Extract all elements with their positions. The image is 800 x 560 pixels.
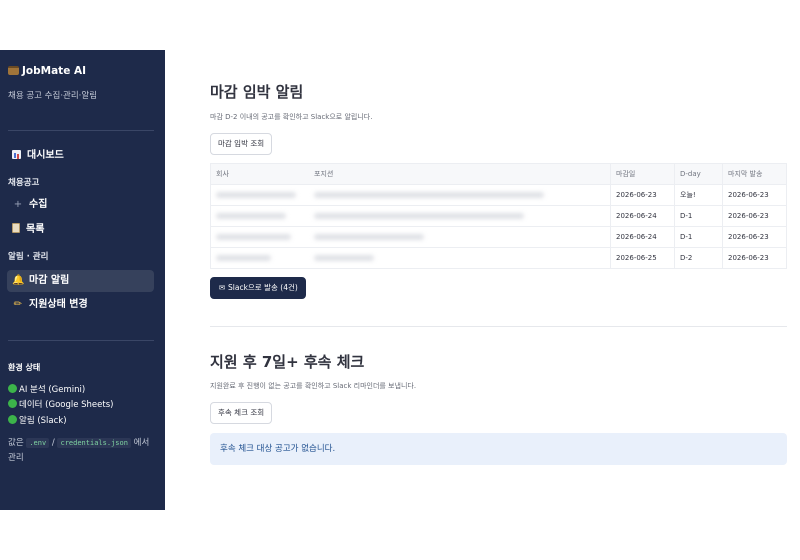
last-sent-cell: 2026-06-23 bbox=[722, 206, 788, 226]
credentials-file-code: credentials.json bbox=[57, 438, 131, 448]
status-ok-icon bbox=[8, 384, 17, 393]
sidebar-item-label: 목록 bbox=[26, 224, 45, 235]
deadline-table: 회사 포지션 마감일 D-day 마지막 발송 2026-06-23 오늘! 2… bbox=[210, 163, 787, 269]
dday-cell: 오늘! bbox=[674, 185, 722, 205]
last-sent-cell: 2026-06-23 bbox=[722, 227, 788, 247]
sidebar: JobMate AI 채용 공고 수집·관리·알림 대시보드 채용공고 + 수집 … bbox=[0, 50, 165, 510]
env-status-label: 알림 (Slack) bbox=[19, 416, 67, 426]
deadline-query-button[interactable]: 마감 임박 조회 bbox=[210, 133, 273, 155]
sidebar-item-label: 수집 bbox=[29, 199, 48, 210]
deadline-section-caption: 마감 D-2 이내의 공고를 확인하고 Slack으로 알립니다. bbox=[210, 113, 373, 121]
env-status-label: AI 분석 (Gemini) bbox=[19, 385, 86, 395]
position-cell-blurred bbox=[309, 185, 610, 205]
followup-info-message: 후속 체크 대상 공고가 없습니다. bbox=[210, 433, 787, 465]
sidebar-item-label: 지원상태 변경 bbox=[29, 299, 88, 310]
bell-icon: 🔔 bbox=[12, 275, 25, 286]
clipboard-icon bbox=[12, 223, 20, 233]
sidebar-item-deadline-alert[interactable]: 🔔 마감 알림 bbox=[7, 270, 154, 292]
sidebar-divider bbox=[8, 340, 154, 341]
column-header-last-sent[interactable]: 마지막 발송 bbox=[722, 164, 788, 184]
column-header-position[interactable]: 포지션 bbox=[309, 164, 610, 184]
table-row[interactable]: 2026-06-25 D-2 2026-06-23 bbox=[211, 248, 786, 268]
app-tagline: 채용 공고 수집·관리·알림 bbox=[8, 91, 98, 101]
company-cell-blurred bbox=[211, 185, 309, 205]
column-header-company[interactable]: 회사 bbox=[211, 164, 309, 184]
nav-section-jobs: 채용공고 bbox=[8, 178, 40, 188]
sidebar-item-label: 마감 알림 bbox=[29, 275, 70, 286]
table-row[interactable]: 2026-06-24 D-1 2026-06-23 bbox=[211, 227, 786, 248]
column-header-dday[interactable]: D-day bbox=[674, 164, 722, 184]
deadline-section-title: 마감 임박 알림 bbox=[210, 83, 304, 101]
sidebar-item-status-change[interactable]: ✏ 지원상태 변경 bbox=[7, 294, 154, 316]
company-cell-blurred bbox=[211, 248, 309, 268]
sidebar-item-label: 대시보드 bbox=[27, 150, 64, 161]
briefcase-icon bbox=[8, 66, 19, 75]
env-file-code: .env bbox=[26, 438, 50, 448]
send-slack-button[interactable]: ✉ Slack으로 발송 (4건) bbox=[210, 277, 306, 299]
config-note-prefix: 값은 bbox=[8, 438, 24, 448]
sidebar-item-collect[interactable]: + 수집 bbox=[7, 194, 154, 216]
last-sent-cell: 2026-06-23 bbox=[722, 248, 788, 268]
pencil-icon: ✏ bbox=[13, 299, 23, 310]
app-window: JobMate AI 채용 공고 수집·관리·알림 대시보드 채용공고 + 수집 … bbox=[0, 50, 800, 510]
section-divider bbox=[210, 326, 787, 327]
table-row[interactable]: 2026-06-23 오늘! 2026-06-23 bbox=[211, 185, 786, 206]
followup-query-button[interactable]: 후속 체크 조회 bbox=[210, 402, 273, 424]
nav-section-alerts: 알림 · 관리 bbox=[8, 252, 49, 262]
deadline-cell: 2026-06-23 bbox=[610, 185, 674, 205]
env-status-title: 환경 상태 bbox=[8, 363, 41, 372]
position-cell-blurred bbox=[309, 248, 610, 268]
send-slack-button-label: Slack으로 발송 (4건) bbox=[228, 283, 298, 292]
deadline-cell: 2026-06-24 bbox=[610, 206, 674, 226]
table-header-row: 회사 포지션 마감일 D-day 마지막 발송 bbox=[211, 164, 786, 185]
plus-icon: + bbox=[13, 199, 23, 210]
config-note: 값은 .env / credentials.json 에서 관리 bbox=[8, 436, 158, 466]
env-status-ai: AI 분석 (Gemini) bbox=[8, 383, 85, 395]
dday-cell: D-1 bbox=[674, 227, 722, 247]
deadline-cell: 2026-06-24 bbox=[610, 227, 674, 247]
mail-icon: ✉ bbox=[218, 283, 226, 292]
status-ok-icon bbox=[8, 415, 17, 424]
sidebar-item-dashboard[interactable]: 대시보드 bbox=[7, 145, 154, 167]
deadline-cell: 2026-06-25 bbox=[610, 248, 674, 268]
env-status-data: 데이터 (Google Sheets) bbox=[8, 398, 113, 410]
table-row[interactable]: 2026-06-24 D-1 2026-06-23 bbox=[211, 206, 786, 227]
sidebar-divider bbox=[8, 130, 154, 131]
sidebar-item-list[interactable]: 목록 bbox=[7, 219, 154, 241]
dday-cell: D-1 bbox=[674, 206, 722, 226]
env-status-alert: 알림 (Slack) bbox=[8, 414, 67, 426]
column-header-deadline[interactable]: 마감일 bbox=[610, 164, 674, 184]
position-cell-blurred bbox=[309, 206, 610, 226]
company-cell-blurred bbox=[211, 206, 309, 226]
followup-section-caption: 지원완료 후 진행이 없는 공고를 확인하고 Slack 리마인더를 보냅니다. bbox=[210, 382, 417, 390]
dday-cell: D-2 bbox=[674, 248, 722, 268]
followup-section-title: 지원 후 7일+ 후속 체크 bbox=[210, 353, 365, 371]
main-content: 마감 임박 알림 마감 D-2 이내의 공고를 확인하고 Slack으로 알립니… bbox=[165, 50, 800, 510]
env-status-label: 데이터 (Google Sheets) bbox=[19, 400, 114, 410]
bar-chart-icon bbox=[12, 150, 21, 159]
status-ok-icon bbox=[8, 399, 17, 408]
company-cell-blurred bbox=[211, 227, 309, 247]
last-sent-cell: 2026-06-23 bbox=[722, 185, 788, 205]
app-brand: JobMate AI bbox=[8, 65, 86, 77]
position-cell-blurred bbox=[309, 227, 610, 247]
brand-name: JobMate AI bbox=[22, 65, 86, 77]
config-note-slash: / bbox=[51, 438, 55, 448]
